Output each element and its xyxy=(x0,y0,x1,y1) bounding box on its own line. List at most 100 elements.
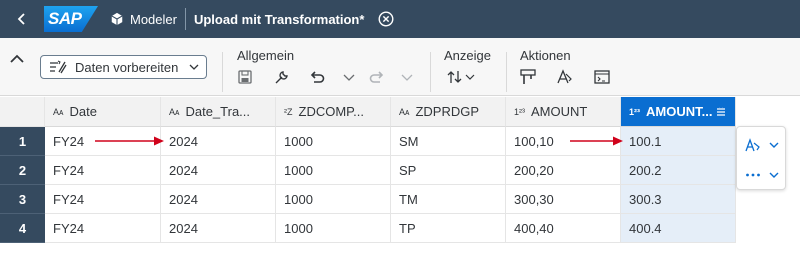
column-header-zdprdgp[interactable]: Aᴀ ZDPRDGP xyxy=(391,97,506,127)
transform-icon xyxy=(745,138,760,152)
back-button[interactable] xyxy=(0,0,44,38)
annotation-arrow-amount xyxy=(570,136,623,146)
column-action-panel xyxy=(736,126,786,190)
document-title: Upload mit Transformation* xyxy=(194,12,364,27)
column-header-label: ZDPRDGP xyxy=(415,104,480,119)
number-type-icon: 1²³ xyxy=(629,106,640,117)
redo-dropdown-button[interactable] xyxy=(398,68,416,86)
sap-logo[interactable]: SAP xyxy=(44,6,98,32)
header-row: Aᴀ Date Aᴀ Date_Tra... ²Z ZDCOMP... Aᴀ ZDPRD… xyxy=(0,97,736,127)
modified-marker: * xyxy=(359,11,365,27)
group-separator xyxy=(506,52,507,92)
transform-menu-button[interactable] xyxy=(745,136,781,154)
grid-cell[interactable]: 200,20 xyxy=(506,156,621,185)
chevron-down-icon xyxy=(343,74,355,81)
text-type-icon: Aᴀ xyxy=(53,106,64,117)
row-number[interactable]: 1 xyxy=(0,127,45,156)
column-header-zdcomp[interactable]: ²Z ZDCOMP... xyxy=(276,97,391,127)
chevron-down-icon xyxy=(769,172,779,178)
prepare-data-label: Daten vorbereiten xyxy=(75,59,179,75)
shell-bar: SAP Modeler Upload mit Transformation* xyxy=(0,0,800,38)
grid-cell[interactable]: FY24 xyxy=(45,214,161,243)
column-header-amount-transformed[interactable]: 1²³ AMOUNT... xyxy=(621,97,736,127)
app-name[interactable]: Modeler xyxy=(130,12,177,27)
prepare-data-icon xyxy=(50,60,67,74)
chevron-down-icon xyxy=(769,142,779,148)
grid-cell-selected[interactable]: 100.1 xyxy=(621,127,736,156)
group-separator xyxy=(430,52,431,92)
grid-cell[interactable]: SM xyxy=(391,127,506,156)
column-menu-icon[interactable] xyxy=(716,106,726,117)
more-dots-icon xyxy=(746,173,760,177)
number-type-icon: 1²³ xyxy=(514,106,525,117)
row-number[interactable]: 4 xyxy=(0,214,45,243)
grid-cell[interactable]: 1000 xyxy=(276,156,391,185)
grid-cell[interactable]: TP xyxy=(391,214,506,243)
chevron-left-icon xyxy=(17,13,25,25)
undo-dropdown-button[interactable] xyxy=(340,68,358,86)
logo-text: SAP xyxy=(48,9,82,28)
sort-button[interactable] xyxy=(446,68,476,86)
table-row[interactable]: 4 FY24 2024 1000 TP 400,40 400.4 xyxy=(0,214,736,243)
transform-icon xyxy=(557,69,572,84)
grid-cell[interactable]: 2024 xyxy=(161,156,276,185)
column-header-label: Date_Tra... xyxy=(185,104,251,119)
shell-separator xyxy=(184,8,186,30)
column-header-date-transformed[interactable]: Aᴀ Date_Tra... xyxy=(161,97,276,127)
document-title-text: Upload mit Transformation xyxy=(193,11,360,27)
prepare-data-button[interactable]: Daten vorbereiten xyxy=(40,55,207,79)
save-icon xyxy=(238,70,252,84)
grid-cell[interactable]: 1000 xyxy=(276,214,391,243)
grid-cell-selected[interactable]: 200.2 xyxy=(621,156,736,185)
undo-button[interactable] xyxy=(308,68,326,86)
toolbar: Daten vorbereiten Allgemein Anzeige Akti… xyxy=(0,38,800,96)
table-row[interactable]: 3 FY24 2024 1000 TM 300,30 300.3 xyxy=(0,185,736,214)
grid-cell[interactable]: 2024 xyxy=(161,185,276,214)
grid-cell[interactable]: 1000 xyxy=(276,127,391,156)
group-label-general: Allgemein xyxy=(237,48,295,63)
console-button[interactable] xyxy=(593,68,611,86)
chevron-down-icon xyxy=(401,74,413,81)
grid-cell-selected[interactable]: 400.4 xyxy=(621,214,736,243)
save-button[interactable] xyxy=(236,68,254,86)
close-circle-icon xyxy=(378,11,394,27)
sort-icon xyxy=(447,71,475,83)
grid-cell[interactable]: FY24 xyxy=(45,156,161,185)
grid-cell[interactable]: TM xyxy=(391,185,506,214)
redo-icon xyxy=(369,71,384,83)
annotation-arrow-date xyxy=(95,136,164,146)
column-header-label: ZDCOMP... xyxy=(298,104,365,119)
chevron-down-icon xyxy=(189,64,199,70)
grid-cell[interactable]: 2024 xyxy=(161,127,276,156)
grid-cell[interactable]: 300,30 xyxy=(506,185,621,214)
column-header-amount[interactable]: 1²³ AMOUNT xyxy=(506,97,621,127)
grid-cell[interactable]: SP xyxy=(391,156,506,185)
transform-columns-button[interactable] xyxy=(519,68,537,86)
column-header-date[interactable]: Aᴀ Date xyxy=(45,97,161,127)
console-icon xyxy=(594,70,610,84)
group-separator xyxy=(222,52,223,92)
settings-wrench-button[interactable] xyxy=(272,68,290,86)
row-number[interactable]: 2 xyxy=(0,156,45,185)
create-transform-button[interactable] xyxy=(556,68,574,86)
column-header-label: Date xyxy=(69,104,97,119)
group-label-actions: Aktionen xyxy=(520,48,571,63)
row-number[interactable]: 3 xyxy=(0,185,45,214)
table-row[interactable]: 2 FY24 2024 1000 SP 200,20 200.2 xyxy=(0,156,736,185)
grid-cell[interactable]: 1000 xyxy=(276,185,391,214)
modeler-cube-icon xyxy=(110,11,126,27)
grid-cell[interactable]: FY24 xyxy=(45,185,161,214)
text-type-icon: Aᴀ xyxy=(399,106,410,117)
close-document-button[interactable] xyxy=(378,11,395,28)
text-type-icon: Aᴀ xyxy=(169,106,180,117)
redo-button[interactable] xyxy=(368,68,386,86)
grid-cell[interactable]: 2024 xyxy=(161,214,276,243)
grid-cell-selected[interactable]: 300.3 xyxy=(621,185,736,214)
grid-cell[interactable]: 400,40 xyxy=(506,214,621,243)
data-grid: Aᴀ Date Aᴀ Date_Tra... ²Z ZDCOMP... Aᴀ ZDPRD… xyxy=(0,97,736,243)
collapse-chevron-icon[interactable] xyxy=(8,50,26,68)
more-options-button[interactable] xyxy=(745,166,781,184)
group-label-view: Anzeige xyxy=(444,48,491,63)
split-columns-icon xyxy=(520,69,536,84)
number-type-icon: ²Z xyxy=(284,106,293,117)
